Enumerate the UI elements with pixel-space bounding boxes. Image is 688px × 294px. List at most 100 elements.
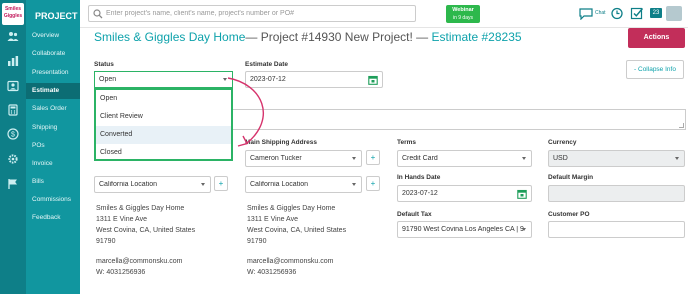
estimate-number: Estimate #28235 [431,30,522,44]
terms-value: Credit Card [402,155,438,162]
contact-phone: W: 4031256936 [247,269,297,276]
chevron-down-icon [223,78,227,81]
estimate-date-label: Estimate Date [245,61,288,68]
terms-select[interactable]: Credit Card [397,150,532,167]
actions-button[interactable]: Actions [628,28,685,48]
company-logo[interactable]: Smiles Giggles [2,3,24,25]
address-line: 1311 E Vine Ave [96,216,147,223]
add-billing-location-button[interactable]: + [214,176,228,191]
status-value: Open [99,76,117,83]
nav-item-pos[interactable]: POs [26,138,80,154]
clock-icon[interactable] [610,7,624,20]
address-line: 1311 E Vine Ave [247,216,298,223]
estimate-date-field[interactable]: 2023-07-12 [245,71,383,88]
add-shipping-location-button[interactable]: + [366,176,380,191]
status-dropdown-menu: Open Client Review Converted Closed [94,88,233,161]
nav-item-feedback[interactable]: Feedback [26,210,80,226]
chevron-down-icon [522,157,526,160]
nav-item-commissions[interactable]: Commissions [26,192,80,208]
default-tax-select[interactable]: 91790 West Covina Los Angeles CA | 9.5 [397,221,532,238]
status-label: Status [94,61,114,68]
bar-chart-icon[interactable] [7,55,19,67]
nav-item-invoice[interactable]: Invoice [26,156,80,172]
notification-badge[interactable]: 23 [650,8,662,18]
default-margin-label: Default Margin [548,174,594,181]
status-option-closed[interactable]: Closed [96,144,231,162]
nav-item-sales-order[interactable]: Sales Order [26,101,80,117]
address-line: 91790 [96,238,116,245]
billing-location-select[interactable]: California Location [94,176,211,193]
chevron-down-icon [522,228,526,231]
collapse-info-button[interactable]: - Collapse Info [626,60,684,79]
webinar-button[interactable]: Webinar in 9 days [446,5,480,23]
main-shipping-select[interactable]: Cameron Tucker [245,150,362,167]
chat-label[interactable]: Chat [595,10,606,16]
status-select[interactable]: Open [94,71,233,88]
title-dash: — [245,30,258,44]
calculator-icon[interactable] [7,104,19,116]
status-option-open[interactable]: Open [96,90,231,108]
top-bar: Webinar in 9 days Chat 23 [80,0,688,28]
main-shipping-label: Main Shipping Address [245,139,317,146]
tasks-check-icon[interactable] [630,7,644,20]
contact-email: marcella@commonsku.com [96,258,183,265]
contact-email: marcella@commonsku.com [247,258,334,265]
contact-phone: W: 4031256936 [96,269,146,276]
flag-icon[interactable] [7,178,19,190]
currency-value: USD [553,155,568,162]
status-option-client-review[interactable]: Client Review [96,108,231,126]
notes-textarea[interactable] [232,109,686,130]
icon-rail: Smiles Giggles $ [0,0,26,294]
address-line: West Covina, CA, United States [96,227,196,234]
customer-po-label: Customer PO [548,211,590,218]
gear-icon[interactable] [7,153,19,165]
nav-item-estimate[interactable]: Estimate [26,83,80,99]
in-hands-date-value: 2023-07-12 [402,190,438,197]
chevron-down-icon [352,157,356,160]
default-tax-label: Default Tax [397,211,432,218]
add-shipping-contact-button[interactable]: + [366,150,380,165]
shipping-location-select[interactable]: California Location [245,176,362,193]
nav-item-collaborate[interactable]: Collaborate [26,46,80,62]
billing-location-value: California Location [99,181,157,188]
nav-section-title: PROJECT [35,11,78,21]
address-line: Smiles & Giggles Day Home [96,205,185,212]
address-line: West Covina, CA, United States [247,227,347,234]
webinar-subtitle: in 9 days [452,15,473,21]
search-input[interactable] [106,7,411,20]
user-avatar[interactable] [666,6,682,21]
calendar-icon[interactable] [517,189,527,199]
chevron-down-icon [675,157,679,160]
customer-po-input[interactable] [548,221,685,238]
dollar-icon[interactable]: $ [7,128,19,140]
status-option-converted[interactable]: Converted [96,126,231,144]
page-title: Smiles & Giggles Day Home— Project #1493… [94,30,522,44]
svg-text:$: $ [11,132,15,139]
nav-item-shipping[interactable]: Shipping [26,120,80,136]
address-line: 91790 [247,238,267,245]
chat-icon[interactable] [579,7,593,20]
chevron-down-icon [201,183,205,186]
title-dash-2: — [412,30,432,44]
in-hands-date-label: In Hands Date [397,174,441,181]
search-box[interactable] [88,5,416,22]
nav-item-presentation[interactable]: Presentation [26,65,80,81]
main-shipping-value: Cameron Tucker [250,155,302,162]
calendar-icon[interactable] [368,75,378,85]
resize-grip-icon[interactable] [679,123,684,128]
client-name-link[interactable]: Smiles & Giggles Day Home [94,30,245,44]
terms-label: Terms [397,139,417,146]
currency-label: Currency [548,139,577,146]
contacts-icon[interactable] [7,80,19,92]
webinar-title: Webinar [452,7,474,13]
nav-item-bills[interactable]: Bills [26,174,80,190]
currency-select: USD [548,150,685,167]
shipping-location-value: California Location [250,181,308,188]
nav-item-overview[interactable]: Overview [26,28,80,44]
address-line: Smiles & Giggles Day Home [247,205,336,212]
in-hands-date-field[interactable]: 2023-07-12 [397,185,532,202]
estimate-date-value: 2023-07-12 [250,76,286,83]
chevron-down-icon [352,183,356,186]
users-icon[interactable] [7,30,19,42]
default-tax-value: 91790 West Covina Los Angeles CA | 9.5 [402,226,524,233]
